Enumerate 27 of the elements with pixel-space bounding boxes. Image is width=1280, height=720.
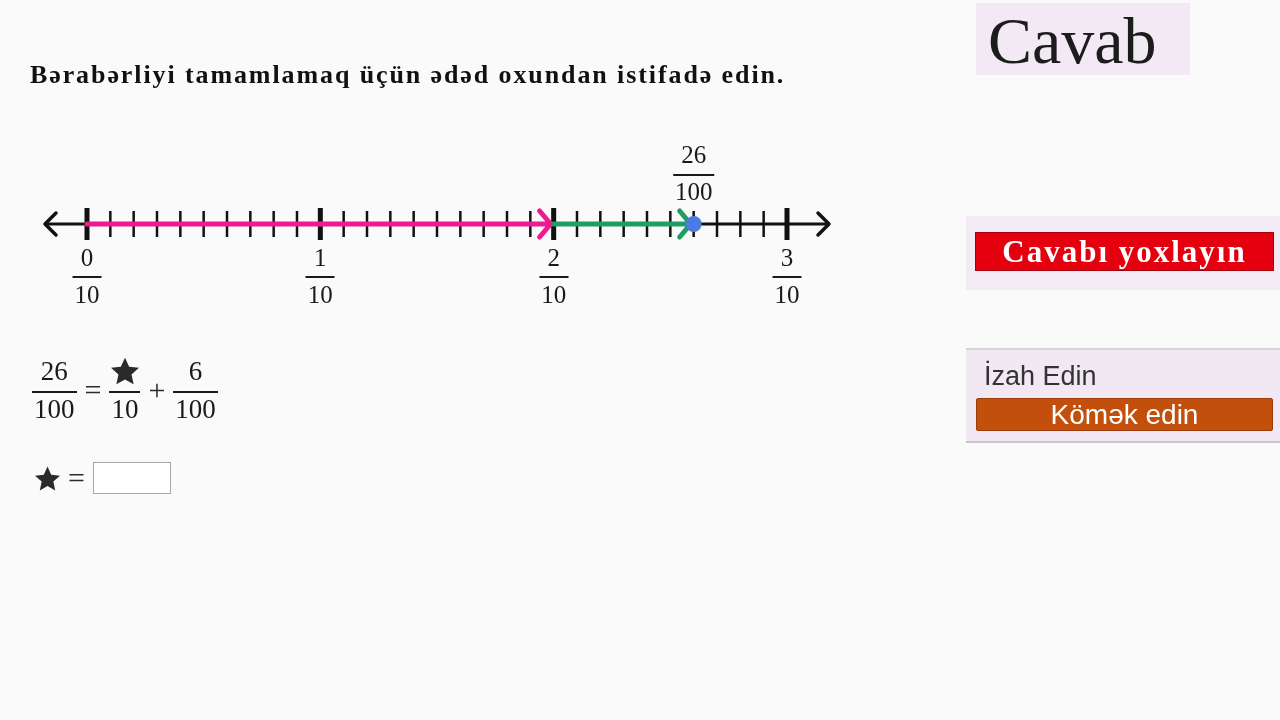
answer-field[interactable] bbox=[92, 462, 171, 494]
math-operator: = bbox=[84, 375, 102, 405]
answer-title: Cavab bbox=[976, 3, 1190, 75]
check-answer-button[interactable]: Cavabı yoxlayın bbox=[975, 232, 1274, 271]
instruction-text: Bərabərliyi tamamlamaq üçün ədəd oxundan istifadə edin. bbox=[30, 59, 786, 90]
math-operator: = bbox=[68, 463, 85, 493]
math-operator: + bbox=[148, 375, 166, 405]
fraction-denominator: 10 bbox=[306, 282, 334, 308]
help-button[interactable]: Kömək edin bbox=[976, 398, 1273, 431]
fraction-numerator: 26 bbox=[680, 142, 708, 168]
fraction-denominator: 10 bbox=[540, 282, 568, 308]
fraction-denominator: 10 bbox=[773, 282, 801, 308]
point-marker-icon bbox=[685, 216, 702, 232]
fraction-numerator: 0 bbox=[79, 245, 95, 271]
fraction-denominator: 10 bbox=[73, 282, 101, 308]
star-icon bbox=[110, 357, 139, 385]
fraction-numerator: 2 bbox=[546, 245, 561, 271]
fraction-denominator: 100 bbox=[174, 395, 217, 423]
fraction-numerator: 3 bbox=[779, 245, 795, 271]
fraction-denominator: 100 bbox=[673, 179, 714, 205]
fraction-denominator: 10 bbox=[110, 395, 140, 423]
fraction-numerator: 26 bbox=[39, 357, 69, 385]
fraction-numerator: 1 bbox=[313, 245, 328, 271]
fraction-denominator: 100 bbox=[33, 395, 76, 423]
fraction-numerator: 6 bbox=[187, 357, 204, 385]
explain-label: İzah Edin bbox=[983, 360, 1097, 392]
star-icon bbox=[35, 465, 60, 491]
